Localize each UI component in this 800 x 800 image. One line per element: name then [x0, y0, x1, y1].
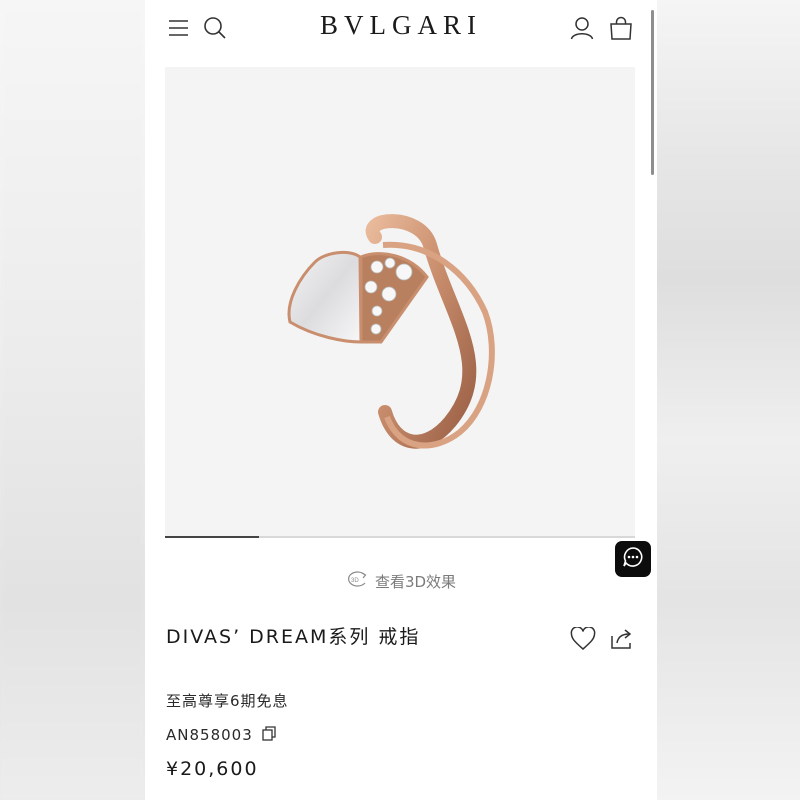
sku-code: AN858003	[166, 726, 253, 744]
rotate-3d-icon-label: 3D	[351, 578, 359, 584]
installment-text: 至高尊享6期免息	[166, 692, 289, 710]
product-title: DIVAS’ DREAM系列 戒指	[166, 626, 421, 648]
shopping-bag-icon[interactable]	[609, 16, 633, 40]
background-left	[0, 0, 145, 800]
background-right	[655, 0, 800, 800]
app-screen: BVLGARI 3D 查看3D效果 DIVAS’ DREAM系列 戒指 至高尊享…	[145, 0, 657, 800]
sku-row: AN858003	[166, 725, 277, 745]
scrollbar[interactable]	[651, 10, 654, 175]
view-3d-button[interactable]: 3D 查看3D效果	[145, 570, 657, 592]
account-icon[interactable]	[570, 16, 594, 40]
ring-image	[287, 214, 495, 449]
gallery-progress	[165, 536, 635, 538]
chat-icon	[622, 546, 644, 572]
top-header: BVLGARI	[145, 0, 657, 58]
product-image[interactable]	[165, 67, 635, 537]
product-price: ¥20,600	[166, 758, 259, 780]
rotate-3d-icon: 3D	[346, 569, 368, 593]
view-3d-label: 查看3D效果	[374, 572, 457, 591]
copy-icon[interactable]	[261, 725, 277, 745]
gallery-progress-fill	[165, 536, 259, 538]
heart-icon[interactable]	[570, 626, 596, 651]
share-icon[interactable]	[609, 627, 633, 651]
